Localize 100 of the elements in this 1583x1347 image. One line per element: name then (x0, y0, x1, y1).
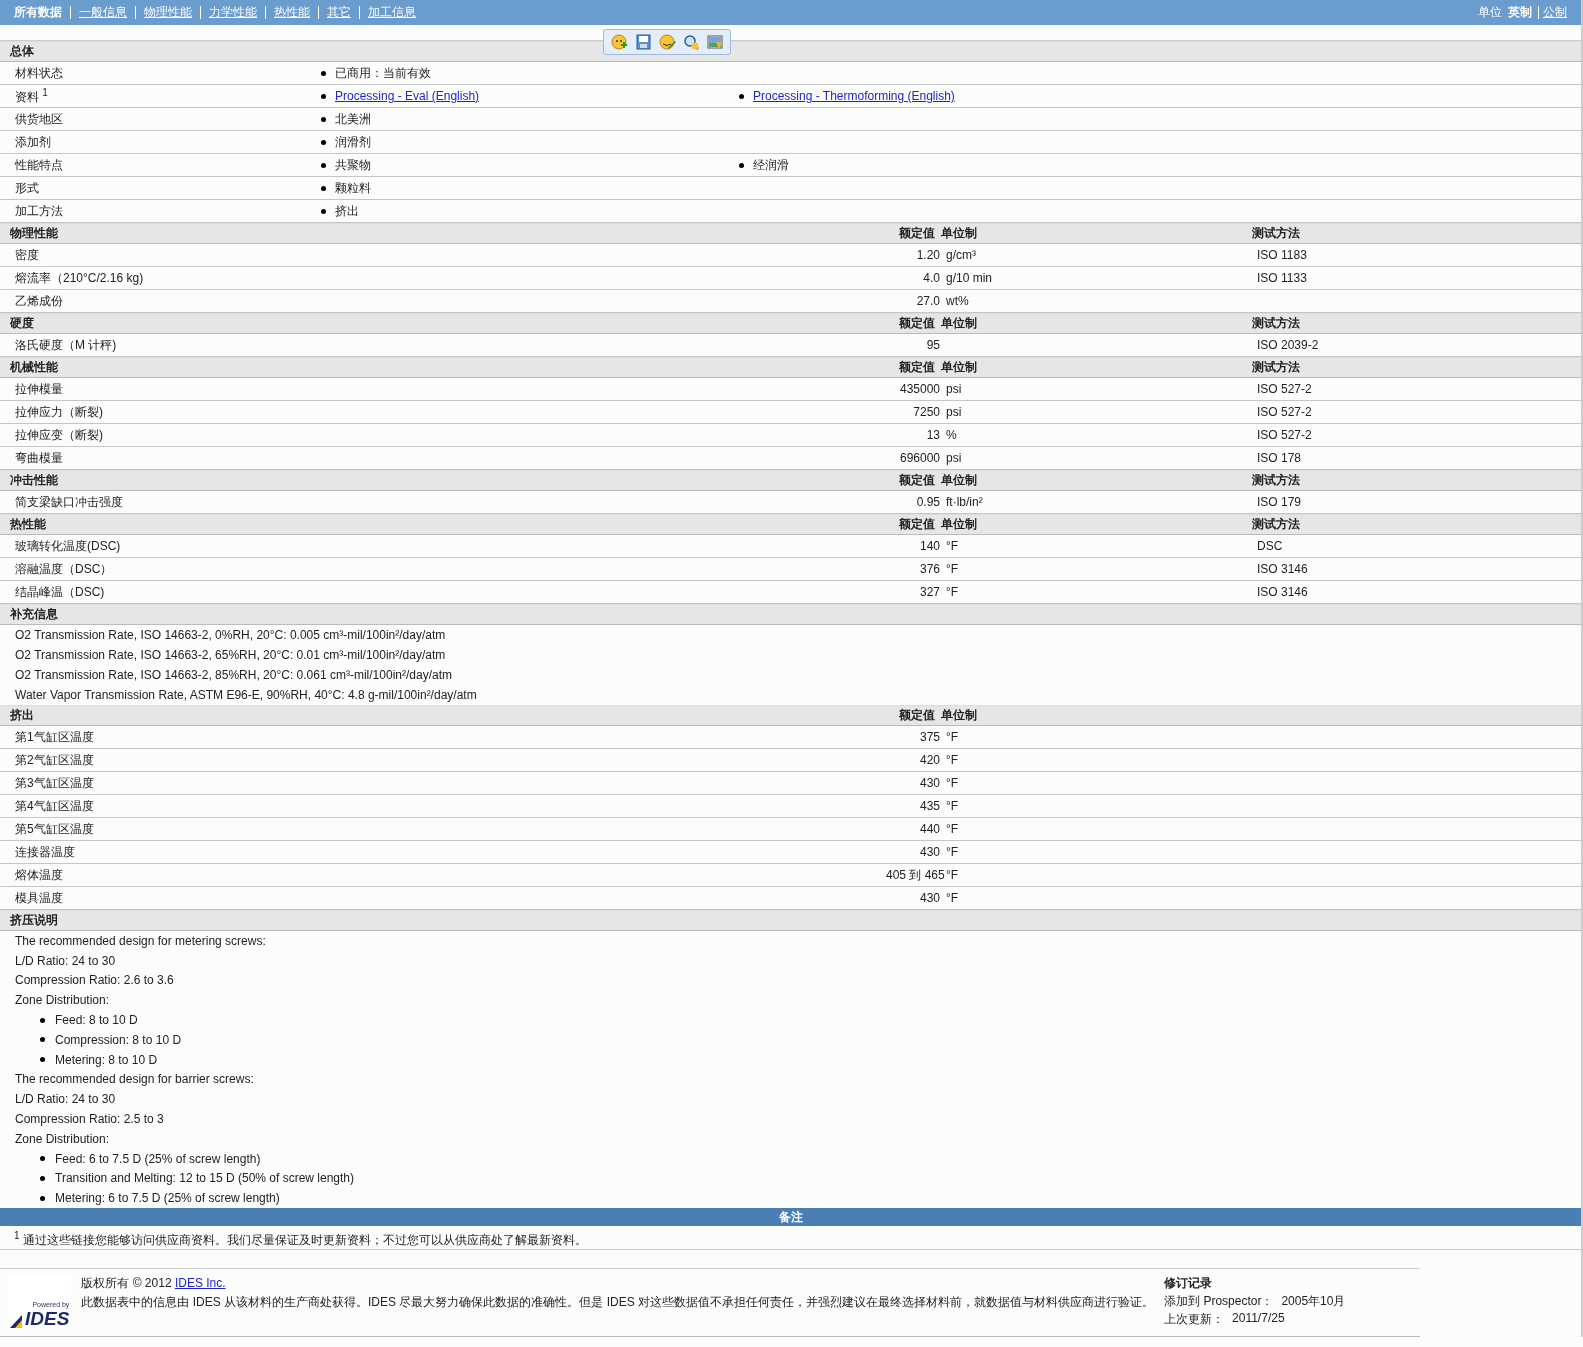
table-cell-text: 洛氏硬度（M 计秤) (15, 336, 118, 354)
table-cell-text: °F (946, 868, 960, 882)
table-cell: 润滑剂 (335, 133, 371, 151)
nav-link[interactable]: 热性能 (265, 6, 318, 19)
list-item-text: Feed: 6 to 7.5 D (25% of screw length) (55, 1151, 261, 1166)
table-cell-text: 440 (918, 822, 941, 836)
table-cell-text: ISO 179 (1257, 495, 1303, 509)
table-cell-text: 材料状态 (15, 64, 64, 82)
table-cell-text: °F (946, 539, 960, 553)
save-icon[interactable] (633, 33, 653, 51)
table-cell-text: 拉伸应变（断裂) (15, 426, 104, 444)
table-cell-text: 95 (925, 338, 941, 352)
nav-link[interactable]: 其它 (318, 6, 359, 19)
bullet-icon (40, 1156, 45, 1162)
table-cell-text: 形式 (15, 179, 40, 197)
table-cell-text: 0.95 (915, 495, 941, 509)
table-cell-text: 拉伸应力（断裂) (15, 403, 104, 421)
table-cell-text: 结晶峰温（DSC) (15, 583, 106, 601)
table-cell-text: ISO 527-2 (1257, 382, 1313, 396)
unit-option[interactable]: 英制 (1508, 6, 1538, 19)
section-title: 总体 (10, 43, 35, 60)
note-text: O2 Transmission Rate, ISO 14663-2, 0%RH, 20°C: 0.005 cm³-mil/100in²/day/atm (15, 628, 446, 642)
column-header: 额定值 (898, 707, 936, 724)
column-header: 单位制 (941, 359, 978, 376)
copyright-text: 版权所有 © 2012 (81, 1276, 173, 1291)
image-icon[interactable] (705, 33, 725, 51)
table-cell: 北美洲 (335, 110, 371, 128)
table-cell-text: 1.20 (915, 248, 941, 262)
table-cell-text: 加工方法 (15, 202, 64, 220)
table-cell-text: 乙烯成份 (15, 292, 64, 310)
table-cell-text: ISO 527-2 (1257, 405, 1313, 419)
nav-link[interactable]: 力学性能 (200, 6, 265, 19)
table-cell-text: 430 (918, 845, 941, 859)
company-link[interactable]: IDES Inc. (174, 1276, 226, 1291)
table-cell-text: 性能特点 (15, 156, 64, 174)
bullet-icon (321, 139, 326, 145)
nav-link[interactable]: 加工信息 (359, 6, 424, 19)
table-cell-text: °F (946, 753, 960, 767)
table-cell-text: 27.0 (915, 294, 941, 308)
table-cell-text: 375 (918, 730, 941, 744)
table-cell-text: °F (946, 822, 960, 836)
table-cell-text: ISO 1133 (1257, 271, 1308, 285)
column-header: 测试方法 (1252, 359, 1301, 376)
table-cell-text: 熔体温度 (15, 866, 64, 884)
document-link[interactable]: Processing - Eval (English) (335, 89, 480, 103)
table-cell-text: 420 (918, 753, 941, 767)
table-cell-text: psi (946, 451, 963, 465)
table-cell-text: ISO 1183 (1257, 248, 1308, 262)
table-cell-text: g/cm³ (946, 248, 977, 262)
section-title: 冲击性能 (10, 472, 59, 489)
paragraph-text: Zone Distribution: (15, 1131, 110, 1146)
table-cell: 已商用：当前有效 (335, 64, 431, 82)
column-header: 单位制 (941, 225, 978, 242)
revision-value: 2011/7/25 (1232, 1311, 1285, 1328)
nav-link[interactable]: 所有数据 (14, 6, 70, 19)
remarks-bar: 备注 (0, 1208, 1581, 1227)
revisions-title: 修订记录 (1164, 1275, 1214, 1293)
table-cell-text: wt% (946, 294, 970, 308)
paragraph-text: The recommended design for barrier screws: (15, 1072, 254, 1087)
table-cell-text: 13 (925, 428, 941, 442)
table-cell-text: 第1气缸区温度 (15, 728, 95, 746)
table-cell-text: 连接器温度 (15, 843, 76, 861)
table-cell-text: °F (946, 845, 960, 859)
column-header: 额定值 (898, 472, 936, 489)
edit-icon[interactable] (657, 33, 677, 51)
nav-link[interactable]: 物理性能 (135, 6, 200, 19)
table-cell-text: ISO 178 (1257, 451, 1303, 465)
table-cell-text: 376 (918, 562, 941, 576)
bullet-icon (321, 162, 326, 168)
bullet-icon (321, 93, 326, 99)
document-link[interactable]: Processing - Thermoforming (English) (753, 89, 955, 103)
bullet-icon (40, 1017, 45, 1023)
table-cell-text: 430 (918, 776, 941, 790)
disclaimer-text: 此数据表中的信息由 IDES 从该材料的生产商处获得。IDES 尽最大努力确保此数据的准确性。但是 IDES 对这些数据值不承担任何责任，并强烈建议在最终选择材料前，就数据值与材料供应商进行验证。 (81, 1294, 1155, 1312)
table-cell-text: 玻璃转化温度(DSC) (15, 537, 122, 555)
table-cell-text: 第5气缸区温度 (15, 820, 95, 838)
list-item-text: Feed: 8 to 10 D (55, 1013, 138, 1028)
table-cell-text: 弯曲模量 (15, 449, 64, 467)
table-cell-text: 327 (918, 585, 941, 599)
table-cell-text: °F (946, 776, 960, 790)
section-title: 挤出 (10, 707, 35, 724)
table-cell-text: °F (946, 799, 960, 813)
paragraph-text: Zone Distribution: (15, 993, 110, 1008)
bullet-icon (321, 185, 326, 191)
bullet-icon (739, 162, 744, 168)
search-icon[interactable] (681, 33, 701, 51)
column-header: 测试方法 (1252, 315, 1301, 332)
table-cell-text: 供货地区 (15, 110, 64, 128)
table-cell-text: ft·lb/in² (946, 495, 984, 509)
table-cell-text: psi (946, 382, 963, 396)
section-title: 挤压说明 (10, 912, 59, 929)
column-header: 额定值 (898, 516, 936, 533)
bullet-icon (40, 1057, 45, 1063)
unit-option[interactable]: 公制 (1538, 6, 1567, 19)
nav-link[interactable]: 一般信息 (70, 6, 135, 19)
table-cell-text: 拉伸模量 (15, 380, 64, 398)
table-cell-text: 第3气缸区温度 (15, 774, 95, 792)
add-icon[interactable] (609, 33, 629, 51)
table-cell-text: 模具温度 (15, 889, 64, 907)
footnote-text: $^{1}$ 通过这些链接您能够访问供应商资料。我们尽量保证及时更新资料；不过您可以从供应商处了解最新资料。 (14, 1233, 587, 1248)
